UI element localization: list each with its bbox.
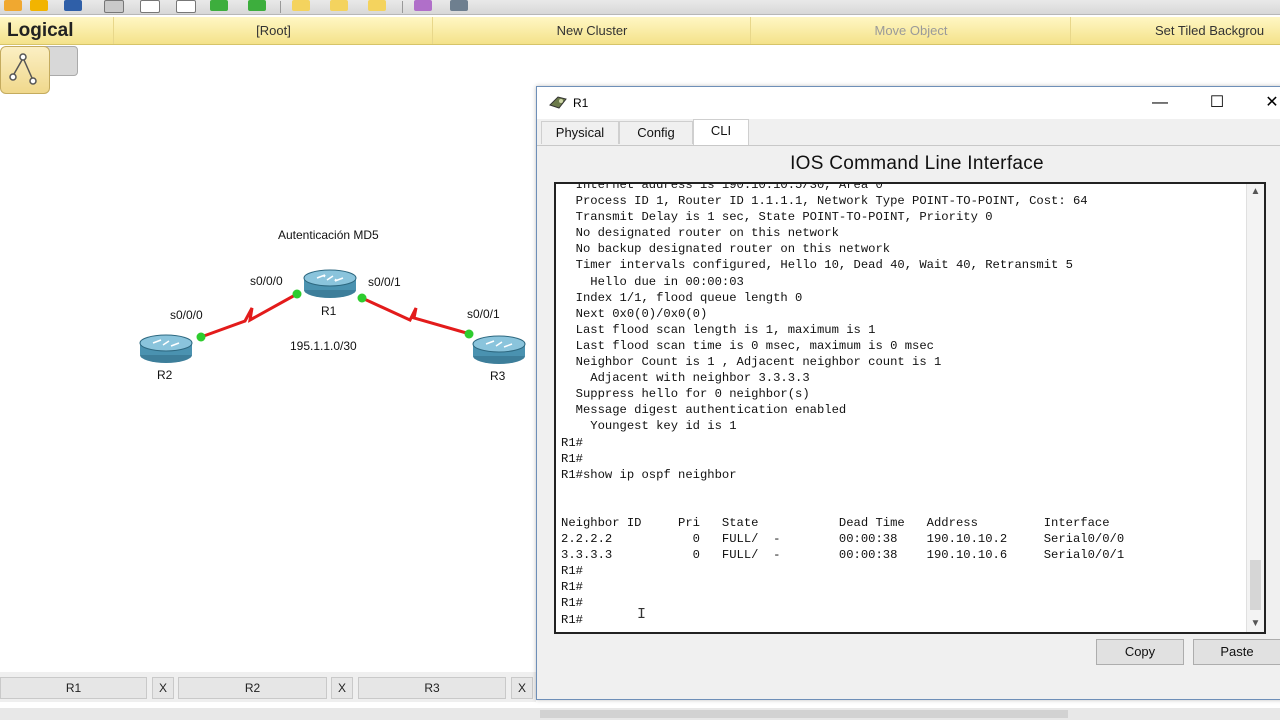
terminal-line: Last flood scan length is 1, maximum is … — [561, 322, 876, 337]
terminal-line: R1# — [561, 612, 583, 627]
terminal-line: Next 0x0(0)/0x0(0) — [561, 306, 708, 321]
terminal-line: Neighbor Count is 1 , Adjacent neighbor … — [561, 355, 942, 370]
horizontal-scroll-thumb[interactable] — [540, 710, 1068, 718]
port-status-r1-s001 — [357, 293, 367, 303]
terminal-line: Timer intervals configured, Hello 10, De… — [561, 258, 1073, 273]
terminal-line: R1# — [561, 580, 583, 595]
taskbar-close-r3-button[interactable]: X — [511, 677, 533, 699]
terminal-line: Hello due in 00:00:03 — [561, 274, 744, 289]
terminal-line: Internet address is 190.10.10.5/30, Area… — [561, 182, 883, 192]
tab-config[interactable]: Config — [619, 121, 693, 144]
router-r2-label: R2 — [157, 368, 173, 382]
terminal-line: Process ID 1, Router ID 1.1.1.1, Network… — [561, 194, 1088, 209]
cli-heading: IOS Command Line Interface — [790, 153, 1044, 174]
copy-button[interactable]: Copy — [1096, 639, 1184, 665]
router-r1-label: R1 — [321, 304, 337, 318]
taskbar-tab-r3[interactable]: R3 — [358, 677, 506, 699]
terminal-line: R1# — [561, 564, 583, 579]
window-title: R1 — [573, 96, 589, 110]
terminal-output[interactable]: Internet address is 190.10.10.5/30, Area… — [561, 182, 1125, 628]
router-r3-icon[interactable] — [472, 334, 526, 364]
taskbar-close-r2-button[interactable]: X — [331, 677, 353, 699]
terminal-vertical-scrollbar[interactable]: ▲ ▼ — [1246, 184, 1264, 632]
r1-interface-s000-label: s0/0/0 — [250, 274, 283, 288]
taskbar-tab-r2[interactable]: R2 — [178, 677, 327, 699]
tab-cli[interactable]: CLI — [693, 119, 749, 145]
port-status-r2 — [196, 332, 206, 342]
maximize-button[interactable]: ☐ — [1194, 87, 1240, 119]
router-r2-icon[interactable] — [139, 333, 193, 363]
terminal-line: 2.2.2.2 0 FULL/ - 00:00:38 190.10.10.2 S… — [561, 532, 1125, 547]
network-address-label: 195.1.1.0/30 — [290, 339, 357, 353]
terminal-line: No backup designated router on this netw… — [561, 242, 891, 257]
terminal-scroll-thumb[interactable] — [1250, 560, 1261, 610]
terminal-line: Transmit Delay is 1 sec, State POINT-TO-… — [561, 210, 993, 225]
terminal-line: Last flood scan time is 0 msec, maximum … — [561, 338, 934, 353]
scroll-down-icon[interactable]: ▼ — [1247, 616, 1264, 632]
taskbar-close-r1-button[interactable]: X — [152, 677, 174, 699]
terminal-line: Adjacent with neighbor 3.3.3.3 — [561, 371, 810, 386]
terminal-line: Neighbor ID Pri State Dead Time Address … — [561, 515, 1110, 530]
terminal-line: R1# — [561, 451, 583, 466]
terminal-line: Suppress hello for 0 neighbor(s) — [561, 387, 810, 402]
router-r3-label: R3 — [490, 369, 506, 383]
terminal-line: R1# — [561, 596, 583, 611]
terminal-line: R1#show ip ospf neighbor — [561, 467, 737, 482]
port-status-r1-s000 — [292, 289, 302, 299]
terminal-line: Youngest key id is 1 — [561, 419, 737, 434]
r2-interface-label: s0/0/0 — [170, 308, 203, 322]
device-tabs: Physical Config CLI — [537, 119, 1280, 146]
scroll-up-icon[interactable]: ▲ — [1247, 184, 1264, 200]
move-object-button[interactable]: Move Object — [750, 17, 1071, 44]
paste-button[interactable]: Paste — [1193, 639, 1280, 665]
tab-physical[interactable]: Physical — [541, 121, 619, 144]
close-button[interactable]: ✕ — [1249, 87, 1280, 119]
serial-link-r2-r1 — [200, 292, 298, 339]
set-tiled-background-button[interactable]: Set Tiled Backgrou — [1070, 17, 1280, 44]
router-window-icon — [549, 95, 567, 109]
terminal-line: No designated router on this network — [561, 226, 839, 241]
terminal-line: 3.3.3.3 0 FULL/ - 00:00:38 190.10.10.6 S… — [561, 548, 1125, 563]
cli-terminal[interactable]: Internet address is 190.10.10.5/30, Area… — [554, 182, 1266, 634]
router-r1-icon[interactable] — [303, 268, 357, 298]
terminal-line: Index 1/1, flood queue length 0 — [561, 290, 803, 305]
window-titlebar[interactable]: R1 — ☐ ✕ — [537, 87, 1280, 119]
topology-links — [196, 289, 474, 342]
horizontal-scrollbar[interactable] — [0, 708, 1280, 720]
r1-interface-s001-label: s0/0/1 — [368, 275, 401, 289]
terminal-line: Message digest authentication enabled — [561, 403, 847, 418]
serial-link-r1-r3 — [361, 296, 471, 336]
taskbar-tab-r1[interactable]: R1 — [0, 677, 147, 699]
terminal-line: R1# — [561, 435, 583, 450]
minimize-button[interactable]: — — [1137, 87, 1183, 119]
r1-device-window: R1 — ☐ ✕ Physical Config CLI IOS Command… — [536, 86, 1280, 700]
r3-interface-label: s0/0/1 — [467, 307, 500, 321]
text-cursor-icon: I — [637, 606, 647, 623]
